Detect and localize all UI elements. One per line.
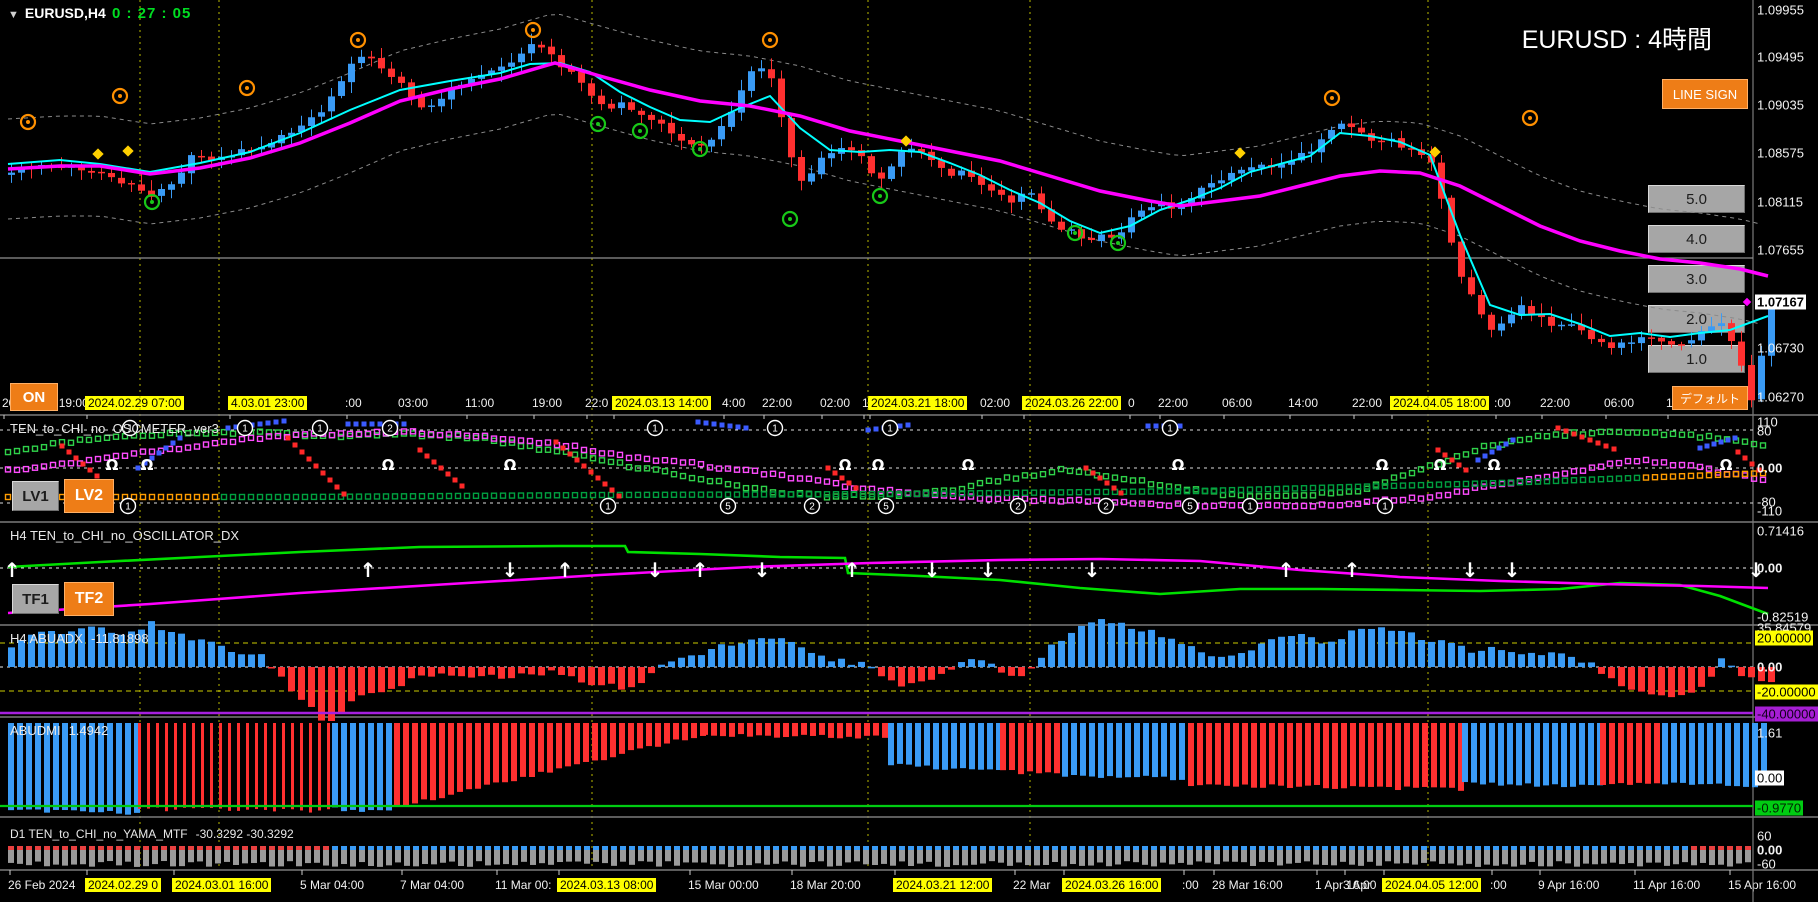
line-sign-button[interactable]: LINE SIGN (1662, 79, 1748, 109)
symbol-label: EURUSD,H4 (24, 5, 106, 21)
sw4-title-text: ABUDMI (10, 723, 61, 738)
sw3-title: H4 ABUADX -11.81898 (10, 631, 149, 646)
symbol-title: ▼ EURUSD,H4 (8, 5, 106, 21)
indicator-scale-label: 0.00 (1757, 842, 1783, 858)
sw2-title: H4 TEN_to_CHI_no_OSCILLATOR_DX (10, 528, 239, 543)
mt4-chart-window: デフォルト 2024/2/26 19:002024.02.29 07:004.0… (0, 0, 1818, 902)
price-tick-label: 1.09035 (1757, 97, 1804, 113)
sw1-title-text: TEN_to_CHI_no_OSCMETER_ver3 (10, 421, 219, 436)
price-tick-label: 1.08115 (1757, 194, 1804, 210)
tf1-button[interactable]: TF1 (12, 584, 59, 614)
indicator-scale-label: 0.00 (1757, 560, 1783, 576)
on-button[interactable]: ON (10, 383, 58, 411)
price-tick-label: 1.07655 (1757, 242, 1804, 258)
indicator-scale-label: 0.00 (1755, 770, 1785, 786)
indicator-scale-label: 80 (1757, 423, 1772, 439)
indicator-scale-label: -0.9770 (1755, 800, 1804, 816)
price-tick-label: 1.09495 (1757, 49, 1804, 65)
sw2-title-text: H4 TEN_to_CHI_no_OSCILLATOR_DX (10, 528, 240, 543)
sw4-title: ABUDMI 1.4942 (10, 723, 108, 738)
sw1-title: TEN_to_CHI_no_OSCMETER_ver3 (10, 421, 219, 436)
indicator-scale-label: 60 (1757, 828, 1772, 844)
sw3-value: -11.81898 (90, 631, 149, 646)
price-tick-label: 1.06270 (1757, 389, 1804, 405)
lv1-button[interactable]: LV1 (12, 481, 59, 511)
countdown-timer: 0 : 27 : 05 (112, 5, 192, 22)
indicator-scale-label: 0.00 (1757, 460, 1783, 476)
sw5-title-text: D1 TEN_to_CHI_no_YAMA_MTF (10, 827, 188, 841)
price-tick-label: 1.06730 (1757, 340, 1804, 356)
indicator-scale-label: -110 (1757, 503, 1783, 519)
price-tick-label: 1.09955 (1757, 2, 1804, 18)
indicator-scale-label: -40.00000 (1755, 706, 1818, 722)
sw4-value: 1.4942 (68, 723, 109, 738)
indicator-scale-label: 0.00 (1757, 659, 1783, 675)
price-scale: 1.09955 1.09495 1.09035 1.08575 1.08115 1.076… (0, 0, 1818, 902)
price-tick-label: 1.08575 (1757, 145, 1804, 161)
sw5-value: -30.3292 -30.3292 (195, 827, 294, 841)
indicator-scale-label: 0.71416 (1757, 523, 1804, 539)
sw3-title-text: H4 ABUADX (10, 631, 83, 646)
dropdown-icon[interactable]: ▼ (8, 9, 19, 21)
indicator-scale-label: 20.00000 (1755, 630, 1814, 646)
indicator-scale-label: -60 (1757, 856, 1776, 872)
indicator-scale-label: -20.00000 (1755, 684, 1818, 700)
current-price-label: 1.07167 (1755, 294, 1806, 310)
indicator-scale-label: 1.61 (1757, 725, 1783, 741)
tf2-button[interactable]: TF2 (64, 582, 114, 616)
chart-watermark: EURUSD : 4時間 (1521, 26, 1712, 54)
lv2-button[interactable]: LV2 (64, 479, 114, 513)
sw5-title: D1 TEN_to_CHI_no_YAMA_MTF -30.3292 -30.32… (10, 827, 294, 841)
